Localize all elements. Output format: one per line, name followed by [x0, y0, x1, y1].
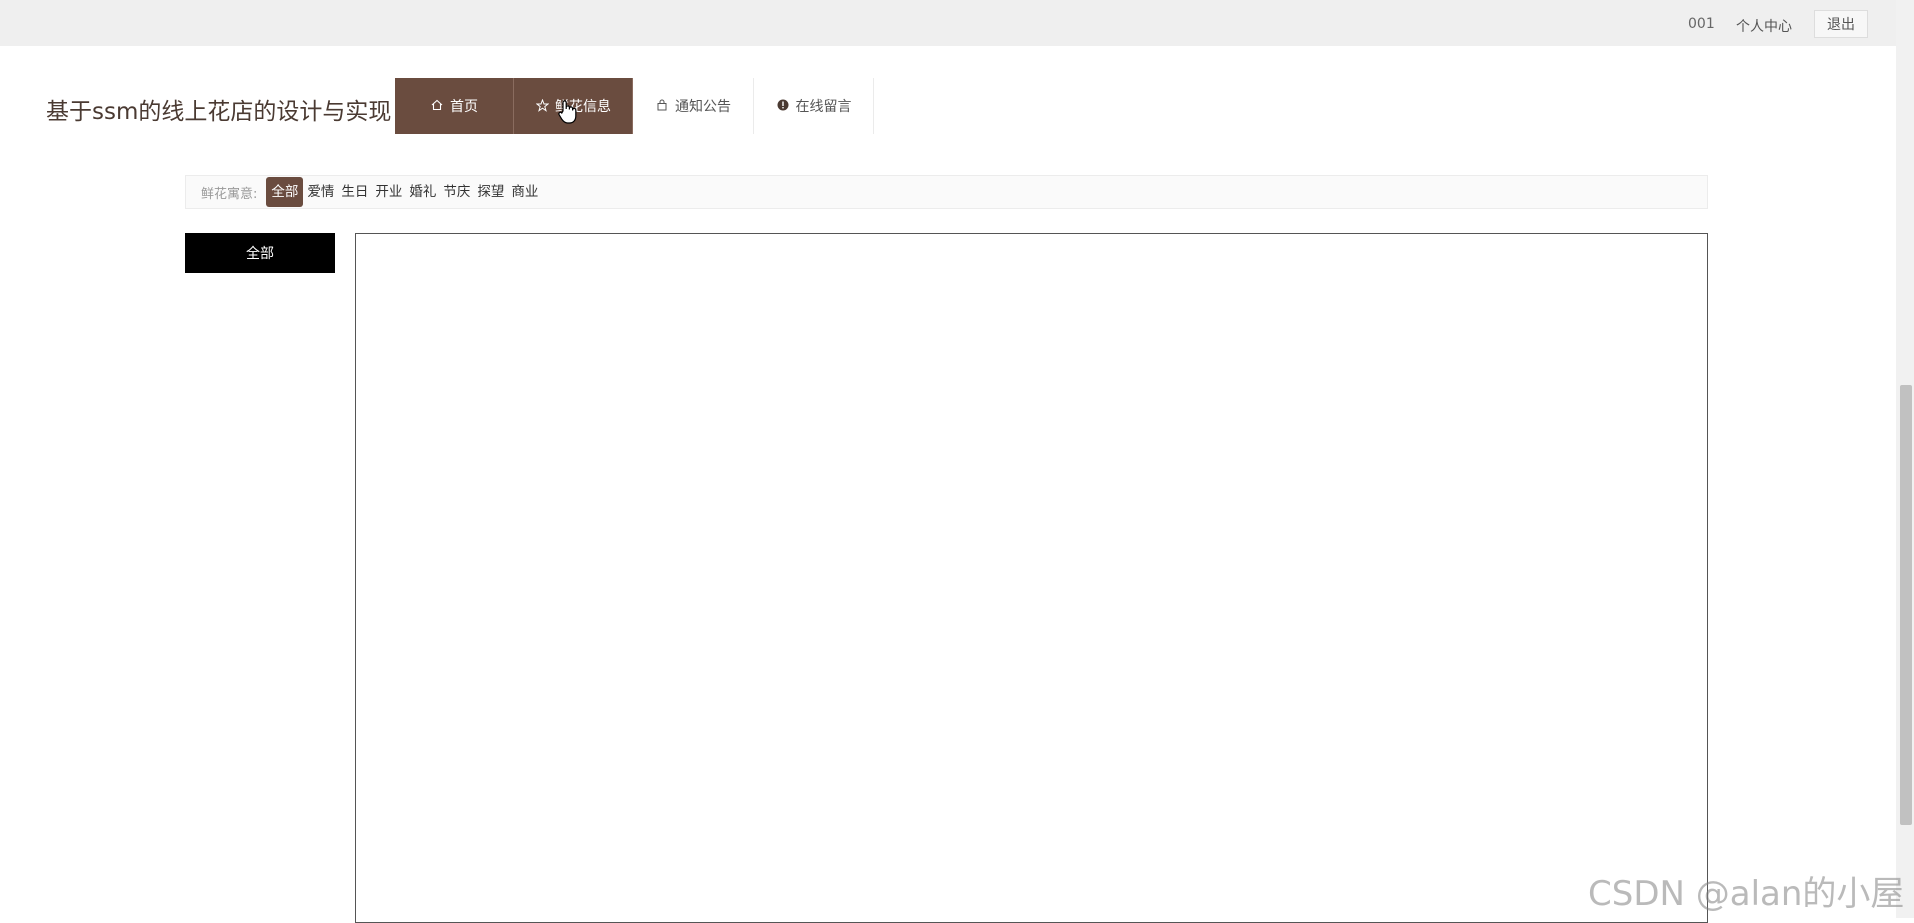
nav-item-label: 通知公告: [675, 99, 731, 115]
filter-label: 鲜花寓意:: [201, 186, 258, 202]
filter-chip-love[interactable]: 爱情: [304, 177, 337, 207]
filter-chip-festival[interactable]: 节庆: [440, 177, 473, 207]
hand-cursor-icon: [558, 100, 577, 124]
scrollbar-thumb[interactable]: [1900, 385, 1912, 825]
filter-chip-opening[interactable]: 开业: [372, 177, 405, 207]
nav-item-label: 在线留言: [795, 99, 852, 115]
flower-list-panel: [355, 233, 1708, 923]
filter-chip-birthday[interactable]: 生日: [338, 177, 371, 207]
home-icon: [430, 99, 444, 113]
flower-meaning-filter: 鲜花寓意: 全部 爱情 生日 开业 婚礼 节庆 探望 商业: [185, 175, 1708, 209]
nav-item-messages[interactable]: 在线留言: [754, 78, 874, 134]
user-id: 001: [1688, 16, 1715, 32]
watermark-text: CSDN @alan的小屋: [1588, 874, 1905, 914]
nav-item-notices[interactable]: 通知公告: [633, 78, 754, 134]
filter-chip-business[interactable]: 商业: [508, 177, 541, 207]
category-all-button[interactable]: 全部: [185, 233, 335, 273]
top-bar: 001 个人中心 退出: [0, 0, 1896, 46]
nav-item-label: 首页: [450, 99, 478, 115]
alert-icon: [776, 99, 790, 113]
logout-button[interactable]: 退出: [1814, 10, 1868, 38]
nav-item-home[interactable]: 首页: [395, 78, 514, 134]
personal-center-link[interactable]: 个人中心: [1736, 16, 1792, 36]
filter-chip-visit[interactable]: 探望: [474, 177, 507, 207]
bag-icon: [655, 99, 669, 113]
filter-chip-wedding[interactable]: 婚礼: [406, 177, 439, 207]
filter-chip-all[interactable]: 全部: [266, 177, 304, 207]
site-title: 基于ssm的线上花店的设计与实现: [46, 99, 392, 125]
main-nav: 首页 鲜花信息 通知公告 在线留言: [395, 78, 874, 134]
star-icon: [535, 98, 549, 113]
